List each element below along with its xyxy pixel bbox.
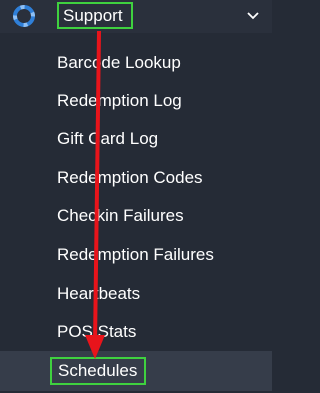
support-label[interactable]: Support	[57, 2, 133, 29]
menu-item-checkin-failures[interactable]: Checkin Failures	[57, 203, 184, 229]
menu-item-redemption-log[interactable]: Redemption Log	[57, 88, 182, 114]
menu-item-redemption-codes[interactable]: Redemption Codes	[57, 165, 203, 191]
support-menu-header[interactable]: Support	[0, 0, 272, 33]
chevron-down-icon[interactable]	[246, 11, 260, 21]
menu-item-redemption-failures[interactable]: Redemption Failures	[57, 242, 214, 268]
menu-item-schedules[interactable]: Schedules	[50, 357, 146, 385]
menu-item-gift-card-log[interactable]: Gift Card Log	[57, 126, 158, 152]
menu-item-pos-stats[interactable]: POS Stats	[57, 319, 136, 345]
lifebuoy-icon	[13, 5, 35, 27]
menu-item-barcode-lookup[interactable]: Barcode Lookup	[57, 50, 181, 76]
menu-item-heartbeats[interactable]: Heartbeats	[57, 281, 140, 307]
